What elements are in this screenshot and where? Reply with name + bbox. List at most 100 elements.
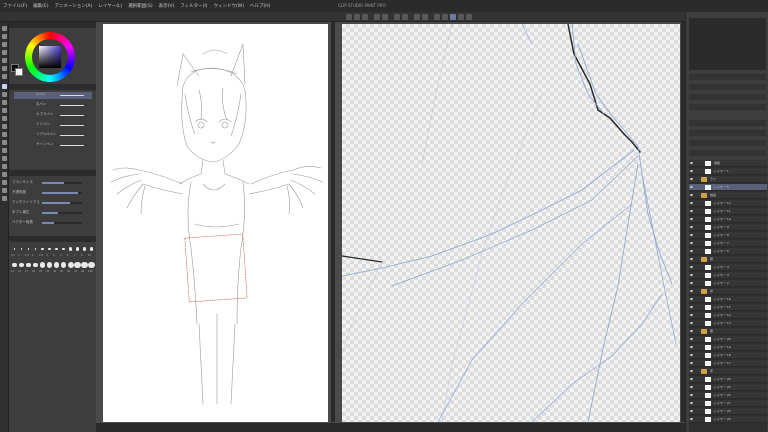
layer-mode-row[interactable] [689, 120, 766, 126]
operation-tool-icon[interactable] [2, 42, 7, 47]
eye-icon[interactable] [690, 306, 693, 308]
balloon-tool-icon[interactable] [2, 188, 7, 193]
layer-item[interactable]: レイヤー 1 [689, 168, 767, 175]
layer-item[interactable]: レイヤー 12 [689, 200, 767, 207]
invert-selection-icon[interactable] [422, 14, 428, 20]
menu-selection[interactable]: 選択範囲(S) [125, 3, 155, 9]
gradient-tool-icon[interactable] [2, 148, 7, 153]
zoom-tool-icon[interactable] [2, 26, 7, 31]
brush-size-dot[interactable] [55, 247, 58, 251]
eye-icon[interactable] [690, 226, 693, 228]
menu-window[interactable]: ウィンドウ(W) [211, 3, 247, 9]
eye-icon[interactable] [690, 170, 693, 172]
snap-point-icon[interactable] [458, 14, 464, 20]
airbrush-tool-icon[interactable] [2, 108, 7, 113]
redo-icon[interactable] [382, 14, 388, 20]
property-row[interactable]: 手ブレ補正 [12, 210, 92, 216]
layer-item[interactable]: レイヤー 2 [689, 280, 767, 287]
sub-tool-item[interactable]: Gペン [14, 92, 92, 99]
color-square[interactable] [39, 46, 61, 68]
eye-icon[interactable] [690, 386, 693, 388]
layer-item[interactable]: レイヤー 14 [689, 312, 767, 319]
eye-icon[interactable] [690, 394, 693, 396]
layer-folder[interactable]: 手 [689, 368, 767, 375]
eye-icon[interactable] [690, 378, 693, 380]
deselect-icon[interactable] [414, 14, 420, 20]
layer-item[interactable]: レイヤー 24 [689, 376, 767, 383]
eye-icon[interactable] [690, 370, 693, 372]
brush-size-dot[interactable] [60, 262, 67, 268]
eye-icon[interactable] [690, 322, 693, 324]
brush-size-dot[interactable] [13, 248, 16, 250]
layer-item[interactable]: レイヤー 11 [689, 208, 767, 215]
layer-property-row[interactable] [689, 104, 766, 110]
eye-icon[interactable] [690, 330, 693, 332]
layer-item[interactable]: レイヤー 8 [689, 232, 767, 239]
ruler-tool-icon[interactable] [2, 172, 7, 177]
layer-item[interactable]: レイヤー 4 [689, 264, 767, 271]
layer-item[interactable]: レイヤー 7 [689, 240, 767, 247]
eye-icon[interactable] [690, 258, 693, 260]
eye-icon[interactable] [690, 282, 693, 284]
main-canvas-hscrollbar[interactable] [336, 423, 685, 432]
menu-filter[interactable]: フィルター(I) [177, 3, 210, 9]
eyedropper-tool-icon[interactable] [2, 74, 7, 79]
frame-tool-icon[interactable] [2, 164, 7, 169]
layer-item[interactable]: レイヤー 17 [689, 360, 767, 367]
layer-folder[interactable]: ラフ [689, 176, 767, 183]
menu-layer[interactable]: レイヤー(L) [95, 3, 125, 9]
save-icon[interactable] [362, 14, 368, 20]
brush-size-dot[interactable] [81, 261, 88, 269]
layer-item[interactable]: レイヤー 20 [689, 336, 767, 343]
sub-tool-item[interactable]: カブラペン [14, 112, 92, 119]
text-tool-icon[interactable] [2, 180, 7, 185]
move-tool-icon[interactable] [2, 34, 7, 39]
layer-item[interactable]: レイヤー 6 [689, 248, 767, 255]
sub-tool-item[interactable]: サインペン [14, 142, 92, 149]
brush-size-dot[interactable] [89, 247, 94, 251]
brush-size-dot[interactable] [48, 247, 51, 251]
brush-size-dot[interactable] [62, 247, 65, 251]
menu-file[interactable]: ファイル(F) [0, 3, 30, 9]
eye-icon[interactable] [690, 178, 693, 180]
brush-size-dot[interactable] [75, 247, 80, 251]
eye-icon[interactable] [690, 298, 693, 300]
layer-opacity-row[interactable] [689, 130, 766, 136]
brush-size-dot[interactable] [68, 247, 73, 251]
eye-icon[interactable] [690, 210, 693, 212]
layer-folder[interactable]: 髪 [689, 288, 767, 295]
layer-toolbar[interactable] [689, 140, 766, 146]
snap-line-icon[interactable] [466, 14, 472, 20]
brush-size-dot[interactable] [26, 262, 31, 268]
navigator-controls[interactable] [689, 74, 766, 80]
layer-item[interactable]: レイヤー 15 [689, 304, 767, 311]
brush-size-dot[interactable] [41, 247, 44, 251]
layer-toolbar[interactable] [689, 150, 766, 156]
layer-item[interactable]: レイヤー 9 [689, 224, 767, 231]
new-icon[interactable] [346, 14, 352, 20]
brush-size-dot[interactable] [88, 261, 95, 269]
brush-size-dot[interactable] [20, 248, 23, 250]
eye-icon[interactable] [690, 362, 693, 364]
left-canvas-scrollbar[interactable] [331, 22, 335, 422]
eye-icon[interactable] [690, 346, 693, 348]
canvas-transparent-area[interactable] [341, 23, 680, 423]
menu-edit[interactable]: 編集(E) [30, 3, 51, 9]
property-row[interactable]: ベクター吸着 [12, 220, 92, 226]
brush-size-dot[interactable] [34, 248, 37, 250]
layer-property-row[interactable] [689, 84, 766, 90]
blend-tool-icon[interactable] [2, 132, 7, 137]
brush-size-dot[interactable] [82, 247, 87, 251]
brush-size-dot[interactable] [53, 262, 60, 268]
layer-item[interactable]: レイヤー 13 [689, 320, 767, 327]
eye-icon[interactable] [690, 266, 693, 268]
layer-item[interactable]: レイヤー 16 [689, 296, 767, 303]
clear-icon[interactable] [394, 14, 400, 20]
brush-size-dot[interactable] [12, 262, 17, 268]
snap-special-ruler-icon[interactable] [450, 14, 456, 20]
sub-tool-item[interactable]: リアルGペン [14, 132, 92, 139]
brush-size-dot[interactable] [74, 261, 81, 269]
eye-icon[interactable] [690, 290, 693, 292]
canvas-paper[interactable] [103, 24, 328, 422]
figure-tool-icon[interactable] [2, 156, 7, 161]
